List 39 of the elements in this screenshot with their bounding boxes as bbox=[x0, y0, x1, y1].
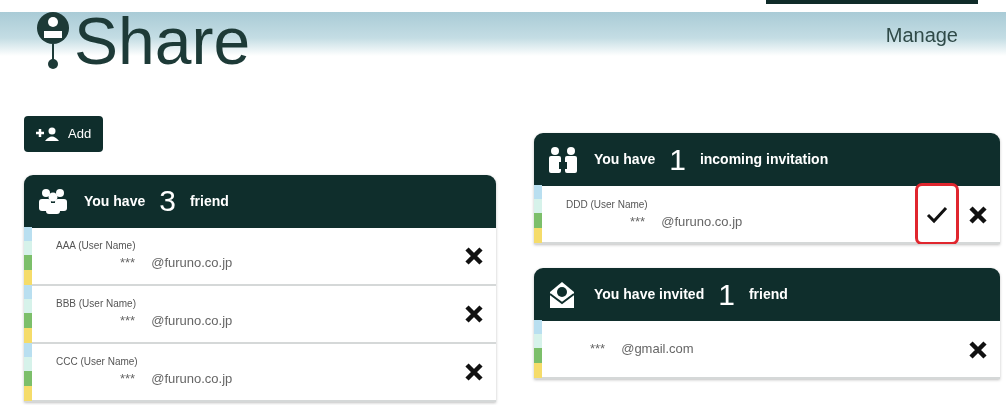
close-icon bbox=[464, 246, 484, 267]
color-strip bbox=[534, 185, 542, 243]
close-icon bbox=[464, 304, 484, 325]
header-text: incoming invitation bbox=[699, 150, 829, 169]
header-text: You have bbox=[594, 150, 656, 169]
email-domain: @furuno.co.jp bbox=[151, 312, 233, 331]
email-domain: @furuno.co.jp bbox=[151, 370, 233, 389]
user-name: DDD (User Name) bbox=[566, 197, 649, 212]
header-text: friend bbox=[748, 285, 788, 304]
user-pin-icon bbox=[36, 11, 70, 71]
user-name: CCC (User Name) bbox=[56, 355, 139, 370]
user-name: BBB (User Name) bbox=[56, 297, 137, 312]
close-icon bbox=[968, 204, 988, 225]
count: 1 bbox=[718, 279, 735, 310]
masked-text: *** bbox=[590, 340, 606, 359]
email-domain: @furuno.co.jp bbox=[151, 254, 233, 273]
count: 1 bbox=[669, 144, 686, 175]
masked-text: *** bbox=[630, 212, 646, 231]
count: 3 bbox=[159, 186, 176, 216]
email-domain: @gmail.com bbox=[621, 340, 694, 359]
group-icon bbox=[38, 186, 68, 216]
masked-text: *** bbox=[120, 254, 136, 273]
close-icon bbox=[464, 362, 484, 383]
header-text: You have invited bbox=[594, 285, 705, 304]
add-user-icon bbox=[36, 126, 60, 141]
user-name: AAA (User Name) bbox=[56, 239, 137, 254]
masked-text: *** bbox=[120, 312, 136, 331]
page-title: Share bbox=[74, 8, 251, 74]
manage-tab[interactable]: Manage bbox=[765, 0, 978, 50]
header-text: friend bbox=[189, 191, 229, 211]
close-icon bbox=[968, 339, 988, 360]
accept-button[interactable] bbox=[918, 186, 956, 242]
check-icon bbox=[926, 205, 948, 224]
header-text: You have bbox=[84, 191, 146, 211]
color-strip bbox=[534, 320, 542, 378]
meeting-icon bbox=[548, 144, 578, 175]
email-domain: @furuno.co.jp bbox=[661, 212, 743, 231]
add-button[interactable]: Add bbox=[24, 116, 104, 152]
masked-text: *** bbox=[120, 370, 136, 389]
